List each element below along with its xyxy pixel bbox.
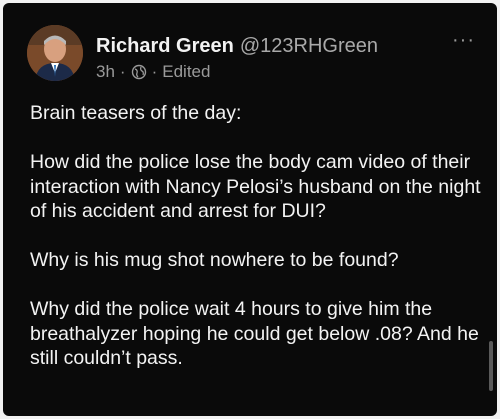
scrollbar[interactable] bbox=[489, 341, 493, 391]
post-paragraph: Brain teasers of the day: bbox=[30, 102, 242, 124]
edited-label[interactable]: Edited bbox=[162, 61, 210, 83]
post-time[interactable]: 3h bbox=[96, 61, 115, 83]
separator-dot: · bbox=[151, 62, 158, 81]
more-options-icon[interactable]: ··· bbox=[452, 29, 475, 52]
separator-dot: · bbox=[119, 62, 126, 81]
post-paragraph: Why is his mug shot nowhere to be found? bbox=[30, 249, 399, 271]
post-paragraph: How did the police lose the body cam vid… bbox=[30, 151, 481, 222]
post-card: Richard Green @123RHGreen 3h · · Edited ·… bbox=[3, 3, 497, 416]
profile-photo bbox=[27, 25, 83, 81]
author-line: Richard Green @123RHGreen bbox=[96, 34, 378, 58]
post-body: Brain teasers of the day: How did the po… bbox=[30, 101, 485, 395]
globe-icon bbox=[131, 64, 147, 80]
post-meta: 3h · · Edited bbox=[96, 61, 210, 83]
author-handle[interactable]: @123RHGreen bbox=[240, 35, 378, 57]
post-paragraph: Why did the police wait 4 hours to give … bbox=[30, 298, 479, 369]
avatar[interactable] bbox=[27, 25, 83, 81]
author-name[interactable]: Richard Green bbox=[96, 35, 234, 57]
